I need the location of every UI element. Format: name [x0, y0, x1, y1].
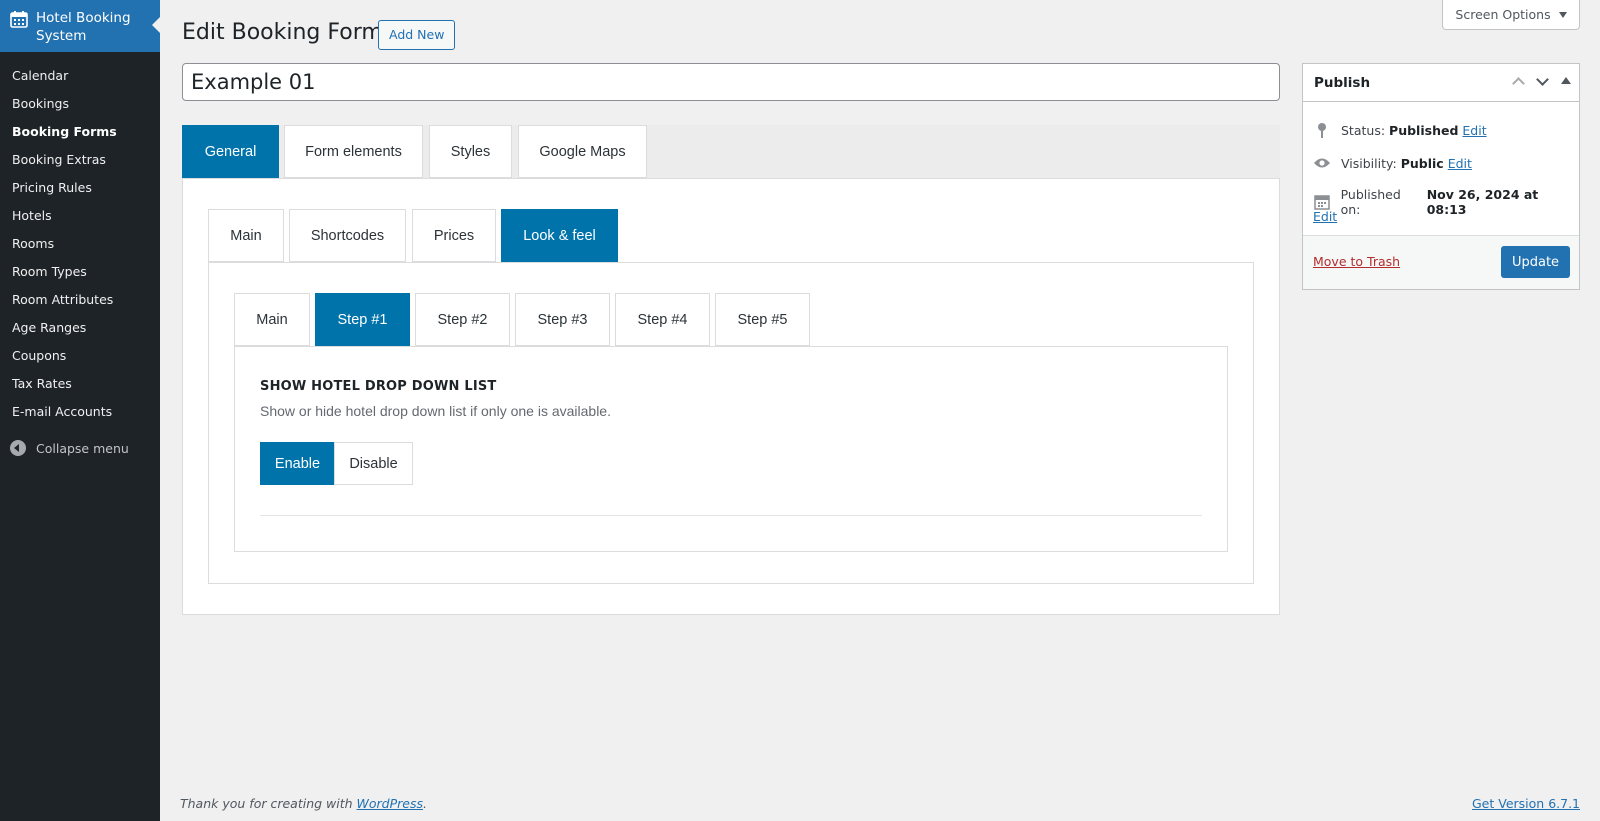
- sidebar-menu: Calendar Bookings Booking Forms Booking …: [0, 62, 160, 426]
- status-edit-link[interactable]: Edit: [1462, 123, 1486, 138]
- screen-options-button[interactable]: Screen Options: [1442, 0, 1580, 30]
- tab-styles[interactable]: Styles: [429, 125, 512, 178]
- move-up-icon[interactable]: [1511, 74, 1525, 88]
- visibility-row: Visibility: Public Edit: [1313, 154, 1472, 172]
- tab-general[interactable]: General: [182, 125, 279, 178]
- sidebar-item-email-accounts[interactable]: E-mail Accounts: [0, 398, 160, 426]
- published-on-row: Published on: Nov 26, 2024 at 08:13: [1313, 187, 1579, 217]
- sidebar-item-tax-rates[interactable]: Tax Rates: [0, 370, 160, 398]
- disable-button[interactable]: Disable: [334, 442, 413, 485]
- wordpress-link[interactable]: WordPress: [357, 796, 423, 811]
- visibility-label: Visibility:: [1341, 155, 1397, 171]
- status-value: Published: [1389, 122, 1459, 138]
- footer-thanks: Thank you for creating with WordPress.: [180, 796, 427, 811]
- steptab-step-4[interactable]: Step #4: [615, 293, 710, 346]
- collapse-arrow-icon: [10, 440, 26, 456]
- steptab-step-1[interactable]: Step #1: [315, 293, 410, 346]
- eye-icon: [1313, 154, 1331, 172]
- sidebar-item-room-attributes[interactable]: Room Attributes: [0, 286, 160, 314]
- sidebar-item-coupons[interactable]: Coupons: [0, 342, 160, 370]
- pin-icon: [1313, 121, 1331, 139]
- publish-header: Publish: [1303, 64, 1579, 102]
- page-title: Edit Booking Form: [182, 20, 383, 45]
- section-divider: [260, 515, 1202, 516]
- publish-title: Publish: [1314, 74, 1371, 91]
- sidebar-item-bookings[interactable]: Bookings: [0, 90, 160, 118]
- sidebar-item-calendar[interactable]: Calendar: [0, 62, 160, 90]
- sidebar-item-room-types[interactable]: Room Types: [0, 258, 160, 286]
- subtab-shortcodes[interactable]: Shortcodes: [289, 209, 406, 262]
- screen-options-label: Screen Options: [1455, 7, 1551, 22]
- footer-thanks-suffix: .: [423, 796, 427, 811]
- visibility-value: Public: [1400, 155, 1444, 171]
- published-on-edit-link[interactable]: Edit: [1313, 209, 1337, 224]
- visibility-edit-link[interactable]: Edit: [1448, 156, 1472, 171]
- sidebar-brand[interactable]: Hotel Booking System: [0, 0, 160, 52]
- tab-google-maps[interactable]: Google Maps: [518, 125, 647, 178]
- sidebar-item-hotels[interactable]: Hotels: [0, 202, 160, 230]
- publish-actions: Move to Trash Update: [1303, 235, 1579, 289]
- get-version-link[interactable]: Get Version 6.7.1: [1472, 796, 1580, 811]
- publish-box: Publish Status: Published Edit Visibilit…: [1302, 63, 1580, 290]
- subtab-main[interactable]: Main: [208, 209, 284, 262]
- section-description: Show or hide hotel drop down list if onl…: [260, 403, 611, 419]
- form-title-input[interactable]: [182, 63, 1280, 101]
- steptab-step-5[interactable]: Step #5: [715, 293, 810, 346]
- steptab-step-2[interactable]: Step #2: [415, 293, 510, 346]
- steptab-main[interactable]: Main: [234, 293, 310, 346]
- sidebar-item-booking-extras[interactable]: Booking Extras: [0, 146, 160, 174]
- status-row: Status: Published Edit: [1313, 121, 1487, 139]
- footer-thanks-prefix: Thank you for creating with: [180, 796, 353, 811]
- steptab-step-3[interactable]: Step #3: [515, 293, 610, 346]
- collapse-menu-label: Collapse menu: [36, 440, 129, 456]
- add-new-button[interactable]: Add New: [378, 20, 456, 50]
- move-down-icon[interactable]: [1535, 74, 1549, 88]
- sidebar-item-age-ranges[interactable]: Age Ranges: [0, 314, 160, 342]
- published-on-label: Published on:: [1340, 187, 1401, 217]
- sidebar-item-booking-forms[interactable]: Booking Forms: [0, 118, 160, 146]
- calendar-icon: [10, 11, 28, 28]
- sidebar-item-rooms[interactable]: Rooms: [0, 230, 160, 258]
- move-to-trash-link[interactable]: Move to Trash: [1313, 254, 1400, 269]
- enable-button[interactable]: Enable: [260, 442, 335, 485]
- tab-form-elements[interactable]: Form elements: [284, 125, 423, 178]
- sidebar-brand-label: Hotel Booking System: [36, 10, 131, 44]
- subtab-look-and-feel[interactable]: Look & feel: [501, 209, 618, 262]
- admin-sidebar: Hotel Booking System Calendar Bookings B…: [0, 0, 160, 821]
- published-on-value: Nov 26, 2024 at 08:13: [1426, 187, 1539, 217]
- caret-down-icon: [1558, 11, 1567, 18]
- section-title: SHOW HOTEL DROP DOWN LIST: [260, 379, 497, 394]
- subtab-prices[interactable]: Prices: [412, 209, 496, 262]
- toggle-panel-icon[interactable]: [1559, 74, 1573, 88]
- sidebar-item-pricing-rules[interactable]: Pricing Rules: [0, 174, 160, 202]
- update-button[interactable]: Update: [1501, 246, 1570, 278]
- collapse-menu-button[interactable]: Collapse menu: [0, 434, 160, 462]
- status-label: Status:: [1341, 122, 1386, 138]
